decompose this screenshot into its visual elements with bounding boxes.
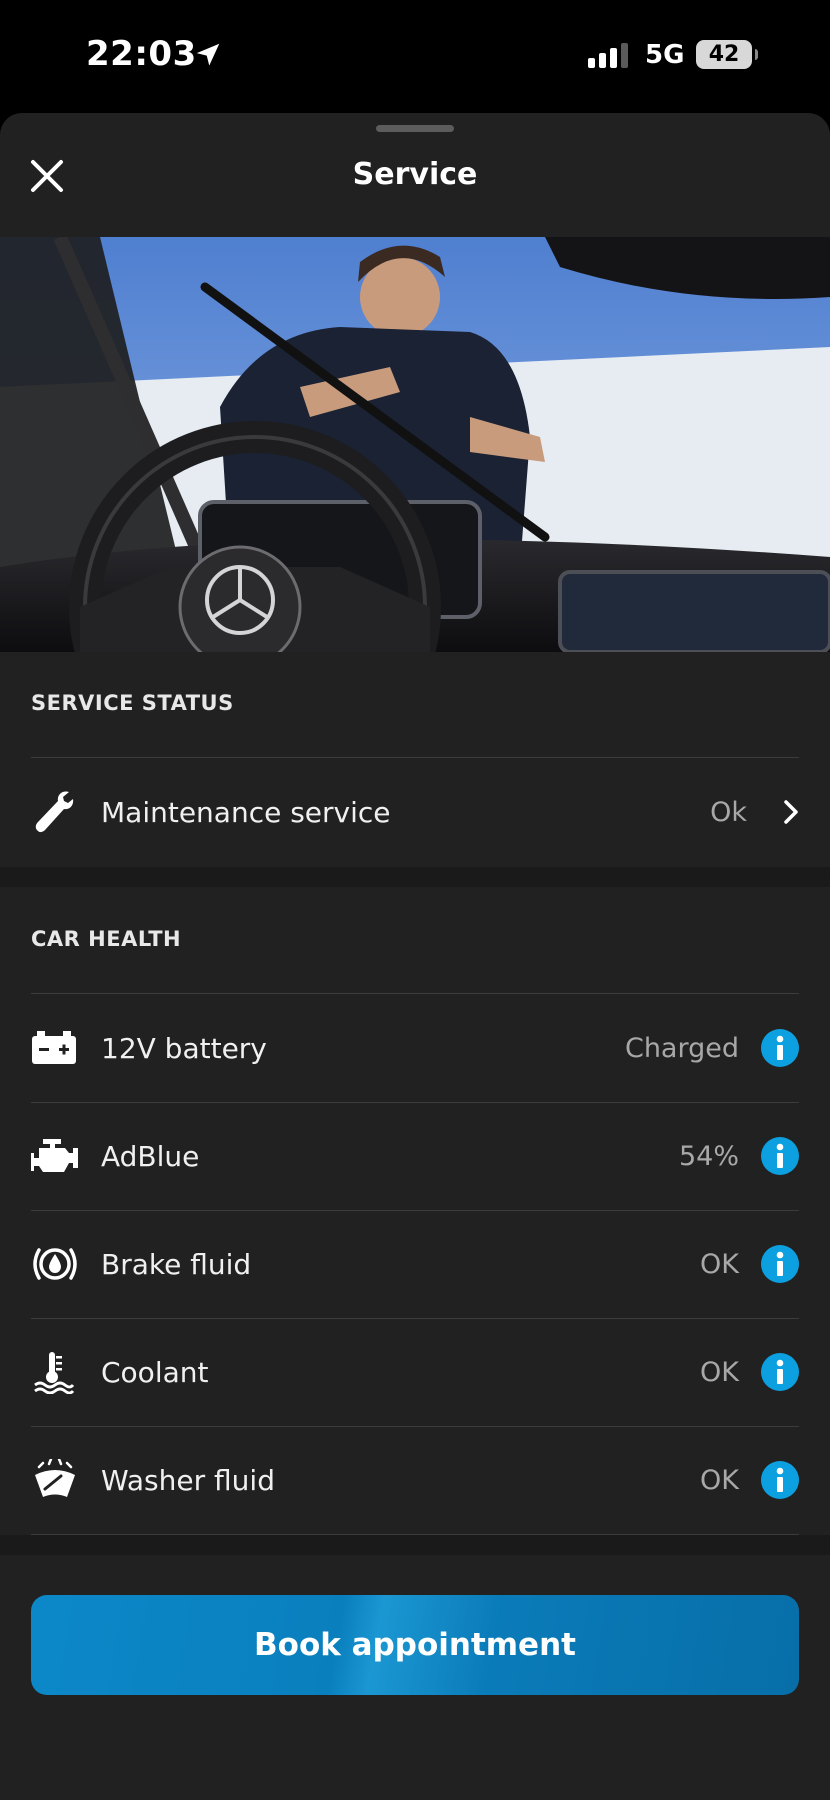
row-value: 54% [678,1140,739,1172]
engine-icon [31,1131,81,1181]
info-icon [776,1035,784,1060]
maintenance-service-row[interactable]: Maintenance service Ok [31,758,799,866]
network-type: 5G [645,40,685,70]
info-icon [776,1143,784,1168]
row-label: Coolant [101,1355,209,1389]
row-label: Washer fluid [101,1463,275,1497]
chevron-right-icon [769,799,799,825]
info-icon [776,1251,784,1276]
info-icon [776,1467,784,1492]
row-label: Maintenance service [101,795,391,829]
row-label: AdBlue [101,1139,200,1173]
battery-icon [31,1023,81,1073]
cellular-signal-icon [588,43,628,68]
row-value: OK [700,1356,739,1388]
car-health-row-washer-fluid: Washer fluid OK [31,1426,799,1534]
page-title: Service [352,157,478,192]
info-button[interactable] [761,1245,799,1283]
info-button[interactable] [761,1461,799,1499]
service-status-heading: SERVICE STATUS [31,691,234,715]
info-button[interactable] [761,1029,799,1067]
section-separator [0,1535,830,1555]
battery-indicator: 42 [696,40,758,69]
car-health-heading: CAR HEALTH [31,927,182,951]
info-button[interactable] [761,1137,799,1175]
wrench-icon [31,787,81,837]
brake-fluid-icon [31,1239,81,1289]
car-health-row-brake-fluid: Brake fluid OK [31,1210,799,1318]
row-value: Charged [624,1032,739,1064]
row-value: Ok [710,796,747,828]
car-health-row-adblue: AdBlue 54% [31,1102,799,1210]
status-bar: 22:03 5G 42 [0,0,830,112]
row-value: OK [700,1464,739,1496]
book-appointment-button[interactable]: Book appointment [31,1595,799,1695]
car-health-row-coolant: Coolant OK [31,1318,799,1426]
location-arrow-icon [196,43,220,66]
hero-image [0,237,830,652]
coolant-icon [31,1347,81,1397]
washer-fluid-icon [31,1455,81,1505]
service-sheet: Service SERVICE STATUS Maintenance servi… [0,113,830,1800]
info-icon [776,1359,784,1384]
info-button[interactable] [761,1353,799,1391]
row-label: 12V battery [101,1031,267,1065]
row-label: Brake fluid [101,1247,252,1281]
car-health-row-12v-battery: 12V battery Charged [31,994,799,1102]
section-separator [0,867,830,887]
sheet-grabber[interactable] [376,125,454,132]
row-value: OK [700,1248,739,1280]
status-time: 22:03 [86,34,197,74]
